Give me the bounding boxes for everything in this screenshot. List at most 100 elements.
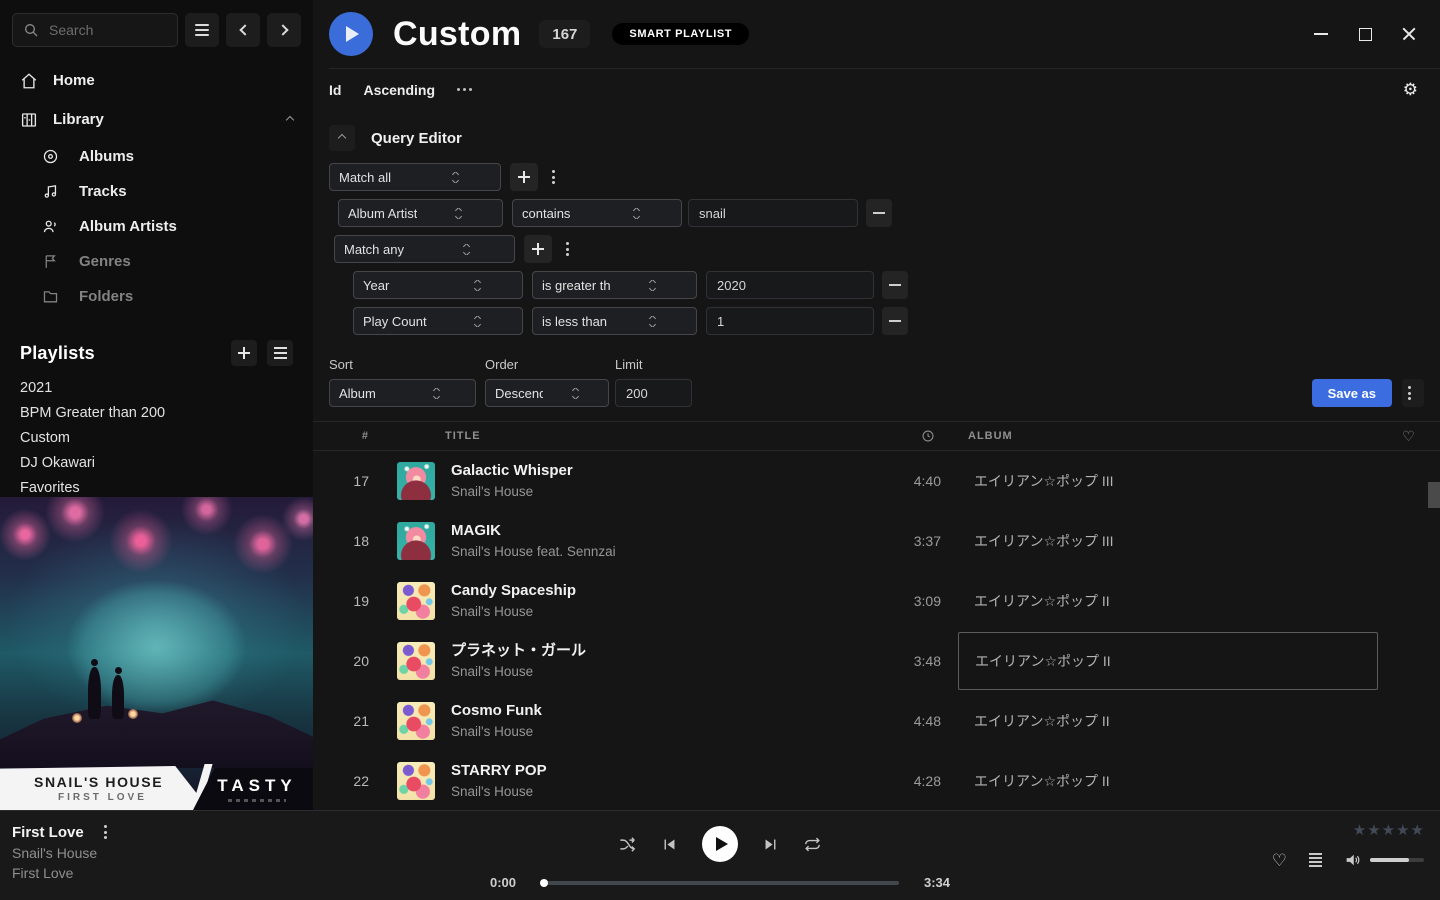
match-type-select[interactable]: Match all [329,163,501,191]
seek-slider[interactable] [541,881,899,885]
rule-field-select[interactable]: Play Count [353,307,523,335]
rule-operator-select[interactable]: is greater than [532,271,697,299]
playlist-item[interactable]: Custom [0,426,313,451]
album-cell[interactable]: エイリアン☆ポップ III [958,511,1378,571]
table-row[interactable]: 22 STARRY POP Snail's House 4:28 エイリアン☆ポ… [313,751,1440,810]
now-playing-album[interactable]: First Love [12,865,111,881]
play-button[interactable] [702,826,738,862]
now-playing-menu-button[interactable] [100,823,111,841]
column-favorite[interactable]: ♡ [1378,429,1440,443]
album-cell[interactable]: エイリアン☆ポップ III [958,451,1378,511]
seek-handle[interactable] [540,879,548,887]
star-icon[interactable]: ★ [1382,823,1395,838]
favorite-button[interactable]: ♡ [1272,852,1287,869]
now-playing-artwork[interactable]: SNAIL'S HOUSE FIRST LOVE TASTY [0,497,313,810]
sidebar-item-folders[interactable]: Folders [0,279,313,314]
rule-value-input[interactable] [706,307,874,335]
menu-button[interactable] [185,13,219,47]
column-duration[interactable] [875,429,935,443]
group-menu-button[interactable] [546,166,561,188]
subgroup-menu-button[interactable] [560,238,575,260]
table-row[interactable]: 17 Galactic Whisper Snail's House 4:40 エ… [313,451,1440,511]
save-as-button[interactable]: Save as [1312,379,1392,407]
sidebar-item-home[interactable]: Home [0,61,313,100]
sort-direction-button[interactable]: Ascending [363,82,435,98]
star-icon[interactable]: ★ [1353,823,1366,838]
repeat-button[interactable] [803,835,822,854]
playlist-item[interactable]: BPM Greater than 200 [0,401,313,426]
album-cell[interactable]: エイリアン☆ポップ II [958,571,1378,631]
playlist-item[interactable]: DJ Okawari [0,451,313,476]
star-icon[interactable]: ★ [1396,823,1409,838]
more-options-icon[interactable] [457,88,472,91]
search-box[interactable] [12,13,178,47]
nav-forward-button[interactable] [267,13,301,47]
minimize-button[interactable] [1314,27,1328,41]
sidebar-item-album-artists[interactable]: Album Artists [0,209,313,244]
rule-field-select[interactable]: Album Artist [338,199,503,227]
sidebar-nav: Home Library Albums Tracks Al [0,61,313,314]
save-menu-button[interactable] [1402,379,1424,407]
rule-operator-select[interactable]: contains [512,199,682,227]
track-artist[interactable]: Snail's House [451,482,881,501]
rule-value-input[interactable] [706,271,874,299]
nav-back-button[interactable] [226,13,260,47]
column-title[interactable]: TITLE [445,430,875,442]
album-cell[interactable]: エイリアン☆ポップ II [958,691,1378,751]
remove-rule-button[interactable] [866,199,892,227]
star-icon[interactable]: ★ [1411,823,1424,838]
order-select[interactable]: Descending [485,379,609,407]
track-artist[interactable]: Snail's House [451,662,881,681]
gear-icon[interactable]: ⚙ [1403,81,1418,98]
rule-field-select[interactable]: Year [353,271,523,299]
track-artist[interactable]: Snail's House feat. Sennzai [451,542,881,561]
table-row[interactable]: 20 プラネット・ガール Snail's House 3:48 エイリアン☆ポッ… [313,631,1440,691]
track-artist[interactable]: Snail's House [451,722,881,741]
rating-stars[interactable]: ★ ★ ★ ★ ★ [1353,823,1424,838]
column-album[interactable]: ALBUM [952,422,1378,450]
query-editor-collapse-button[interactable] [329,125,355,151]
rule-operator-select[interactable]: is less than [532,307,697,335]
sort-field-button[interactable]: Id [329,82,341,98]
previous-button[interactable] [661,836,678,853]
sidebar-item-library[interactable]: Library [0,100,313,139]
play-playlist-button[interactable] [329,12,373,56]
search-input[interactable] [47,21,167,39]
volume-icon[interactable] [1344,851,1362,869]
column-index[interactable]: # [329,430,369,442]
table-row[interactable]: 21 Cosmo Funk Snail's House 4:48 エイリアン☆ポ… [313,691,1440,751]
table-row[interactable]: 19 Candy Spaceship Snail's House 3:09 エイ… [313,571,1440,631]
create-playlist-button[interactable] [231,340,257,366]
track-title: STARRY POP [451,761,881,781]
collapse-chevron-icon[interactable] [286,115,294,123]
track-artist[interactable]: Snail's House [451,602,881,621]
scrollbar-thumb[interactable] [1428,482,1440,508]
table-row[interactable]: 18 MAGIK Snail's House feat. Sennzai 3:3… [313,511,1440,571]
album-cell[interactable]: エイリアン☆ポップ II [958,751,1378,810]
sidebar-item-genres[interactable]: Genres [0,244,313,279]
add-subrule-button[interactable] [524,235,552,263]
rule-value-input[interactable] [688,199,858,227]
add-rule-button[interactable] [510,163,538,191]
volume-slider[interactable] [1370,858,1424,862]
subgroup-match-type-select[interactable]: Match any [334,235,515,263]
shuffle-button[interactable] [618,835,637,854]
close-button[interactable] [1402,27,1416,41]
track-duration: 3:37 [881,533,941,549]
now-playing-artist[interactable]: Snail's House [12,845,111,861]
album-cell[interactable]: エイリアン☆ポップ II [958,632,1378,690]
remove-rule-button[interactable] [882,307,908,335]
sidebar-item-albums[interactable]: Albums [0,139,313,174]
playlist-list-button[interactable] [267,340,293,366]
sort-select[interactable]: Album [329,379,476,407]
playlist-item[interactable]: 2021 [0,376,313,401]
maximize-button[interactable] [1358,27,1372,41]
now-playing-title[interactable]: First Love [12,824,84,841]
limit-input[interactable] [615,379,692,407]
star-icon[interactable]: ★ [1367,823,1380,838]
track-artist[interactable]: Snail's House [451,782,881,801]
sidebar-item-tracks[interactable]: Tracks [0,174,313,209]
remove-rule-button[interactable] [882,271,908,299]
next-button[interactable] [762,836,779,853]
queue-button[interactable] [1309,853,1322,867]
